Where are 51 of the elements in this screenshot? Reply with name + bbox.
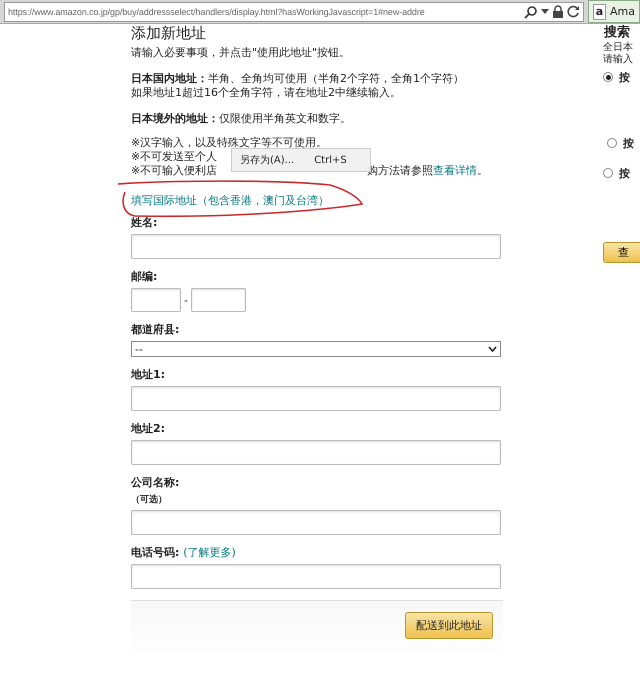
field-label: 都道府县: — [131, 323, 180, 337]
optional-note: （可选） — [131, 493, 168, 506]
input-field[interactable] — [131, 510, 501, 535]
warning-text: ※不可输入便利店 — [131, 164, 218, 178]
address-bar[interactable]: https://www.amazon.co.jp/gp/buy/addressselect/handlers/display.html?hasWorkingJavascript=1#new-addre — [4, 2, 584, 22]
field-label: 地址1: — [131, 368, 166, 382]
option-label: 按 — [619, 166, 630, 180]
refresh-icon[interactable] — [567, 5, 580, 18]
radio-button[interactable] — [607, 138, 617, 148]
international-address-link[interactable]: 填写国际地址（包含香港，澳门及台湾） — [131, 194, 329, 207]
field-label: 地址2: — [131, 422, 166, 436]
input-field[interactable] — [131, 564, 501, 589]
option-label: 按 — [619, 70, 630, 84]
separator-text: - — [184, 294, 188, 306]
note-text: 日本境外的地址：仅限使用半角英文和数字。 — [131, 112, 352, 126]
tab-title: Ama — [610, 5, 635, 18]
panel-text: 全日本 — [603, 42, 634, 54]
url-text: https://www.amazon.co.jp/gp/buy/addressselect/handlers/display.html?hasWorkingJavascript=1#new-addre — [8, 6, 426, 16]
panel-heading: 搜索 — [603, 24, 631, 42]
select-field[interactable]: -- — [131, 341, 501, 357]
warning-text: ※汉字输入，以及特殊文字等不可使用。 — [131, 136, 328, 150]
lock-icon — [552, 4, 564, 18]
site-icon: a — [593, 4, 606, 20]
note-text: 如果地址1超过16个全角字符，请在地址2中继续输入。 — [131, 86, 402, 100]
browser-tab[interactable]: a Ama — [588, 0, 640, 23]
input-field[interactable] — [190, 288, 246, 312]
input-field[interactable] — [131, 440, 501, 465]
option-label: 按 — [623, 136, 634, 150]
input-field[interactable] — [131, 234, 501, 259]
input-field[interactable] — [131, 386, 501, 411]
shortcut-text: Ctrl+S — [314, 154, 347, 166]
radio-button[interactable] — [603, 72, 613, 82]
dropdown-caret-icon[interactable] — [541, 8, 549, 14]
details-link[interactable]: 查看详情 — [433, 164, 478, 177]
intro-text: 请输入必要事项，并点击"使用此地址"按钮。 — [131, 46, 352, 60]
field-label: 姓名: — [131, 216, 158, 230]
radio-button[interactable] — [603, 168, 613, 178]
field-label: 邮编: — [131, 270, 158, 284]
find-button[interactable]: 查 — [603, 242, 640, 263]
dropdown-caret-icon[interactable] — [488, 346, 497, 352]
warning-text: ※不可发送至个人 — [131, 150, 218, 164]
note-text: 日本国内地址：半角、全角均可使用（半角2个字符，全角1个字符） — [131, 72, 465, 86]
ship-button[interactable]: 配送到此地址 — [405, 612, 493, 639]
panel-text: 请输入 — [603, 54, 634, 66]
search-icon[interactable] — [524, 4, 538, 18]
menu-item[interactable]: 另存为(A)... — [240, 153, 294, 167]
input-field[interactable] — [131, 288, 181, 312]
field-label: 电话号码: — [131, 546, 180, 559]
learn-more-link[interactable]: (了解更多) — [183, 546, 236, 559]
page-title: 添加新地址 — [131, 25, 207, 42]
field-label: 公司名称: — [131, 476, 180, 490]
